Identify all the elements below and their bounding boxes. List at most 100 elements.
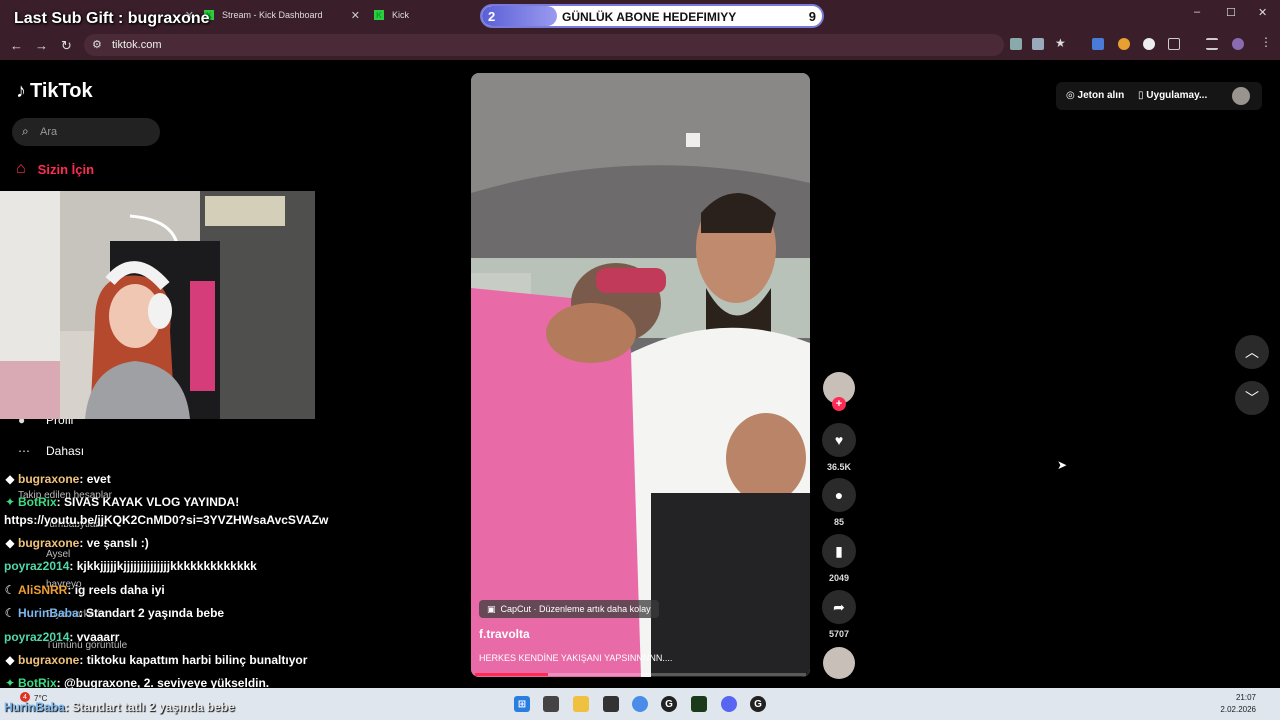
- reading-list-icon[interactable]: [1206, 38, 1218, 50]
- search-icon: ⌕: [22, 124, 29, 138]
- video-progress-bar[interactable]: [475, 673, 806, 676]
- logo-text: TikTok: [30, 80, 93, 102]
- diamond-badge-icon: ◆: [5, 653, 15, 667]
- chat-username: poyraz2014: [4, 559, 70, 573]
- previous-video-button[interactable]: ︿: [1235, 335, 1269, 369]
- search-placeholder: Ara: [40, 126, 58, 138]
- site-info-icon[interactable]: ⚙: [92, 38, 102, 51]
- chat-username: bugraxone: [18, 472, 80, 486]
- share-button[interactable]: ➦: [822, 590, 856, 624]
- screen: ✕ K Stream - Kick Dashboard ✕ K Kick – ☐…: [0, 0, 1280, 720]
- last-sub-gift-overlay: Last Sub Gift : bugraxone: [14, 10, 210, 27]
- heart-icon: ♥: [834, 432, 844, 448]
- reload-icon[interactable]: ↻: [61, 38, 72, 54]
- share-count: 5707: [828, 629, 850, 639]
- chat-username: bugraxone: [18, 536, 80, 550]
- app-g-icon[interactable]: G: [661, 696, 677, 712]
- system-clock[interactable]: 21:07 2.02.2026: [1220, 692, 1256, 716]
- chat-message: poyraz2014: vvaaarr: [4, 630, 120, 644]
- windows-start-icon[interactable]: ⊞: [514, 696, 530, 712]
- close-window-button[interactable]: ✕: [1258, 6, 1267, 19]
- sidebar-item-label: Dahası: [46, 444, 85, 458]
- tab-kick-dashboard[interactable]: K Stream - Kick Dashboard ✕: [204, 4, 360, 26]
- menu-kebab-icon[interactable]: ⋮: [1260, 35, 1272, 49]
- chat-username: bugraxone: [18, 653, 80, 667]
- tab-label: Stream - Kick Dashboard: [222, 10, 323, 20]
- chat-username: BotRix: [18, 495, 57, 509]
- get-app-button[interactable]: ▯ Uygulamay...: [1138, 90, 1207, 101]
- chat-text: evet: [86, 472, 111, 486]
- clock-time: 21:07: [1235, 693, 1256, 702]
- browser-toolbar: ← → ↻ ⚙ tiktok.com: [0, 30, 1280, 60]
- chat-text: Standart 2 yaşında bebe: [86, 606, 225, 620]
- kick-app-icon[interactable]: [691, 696, 707, 712]
- file-explorer-icon[interactable]: [573, 696, 589, 712]
- top-right-actions: ◎ Jeton alın ▯ Uygulamay...: [1056, 82, 1262, 110]
- mouse-cursor-icon: ➤: [1057, 458, 1068, 472]
- translate-icon[interactable]: [1010, 38, 1022, 50]
- tab-kick[interactable]: K Kick: [374, 4, 474, 26]
- next-video-button[interactable]: ﹀: [1235, 381, 1269, 415]
- sub-goal-bar: 2 GÜNLÜK ABONE HEDEFIMIYY 9: [480, 4, 824, 28]
- like-count: 36.5K: [826, 462, 852, 472]
- chevron-up-icon: ︿: [1245, 344, 1259, 360]
- cast-icon[interactable]: [1032, 38, 1044, 50]
- chat-text: https://youtu.be/jjKQK2CnMD0?si=3YVZHWsa…: [4, 513, 329, 527]
- music-disc-avatar[interactable]: [823, 647, 855, 679]
- chat-text: SIVAS KAYAK VLOG YAYINDA!: [64, 495, 240, 509]
- maximize-button[interactable]: ☐: [1226, 6, 1236, 19]
- address-bar[interactable]: ⚙ tiktok.com: [84, 34, 1004, 56]
- capcut-icon: ▣: [487, 603, 496, 614]
- video-player[interactable]: [471, 73, 810, 677]
- chat-text: ig reels daha iyi: [74, 583, 165, 597]
- tab-label: Kick: [392, 10, 410, 20]
- chevron-down-icon: ﹀: [1245, 390, 1259, 406]
- chat-text: ve şanslı :): [86, 536, 149, 550]
- chat-message: ☾ AliSNRR: ig reels daha iyi: [4, 583, 165, 597]
- get-coins-label: Jeton alın: [1077, 90, 1125, 101]
- extension-icon[interactable]: [1092, 38, 1104, 50]
- tiktok-logo[interactable]: ♪ TikTok: [16, 80, 93, 103]
- comment-icon: ●: [834, 487, 844, 503]
- snapchat-icon[interactable]: [1143, 38, 1155, 50]
- chat-username: HurinBaba: [18, 606, 79, 620]
- search-input[interactable]: ⌕ Ara: [12, 118, 160, 146]
- user-avatar[interactable]: [1232, 87, 1250, 105]
- sidebar-item-more[interactable]: ⋯ Dahası: [18, 444, 84, 458]
- share-arrow-icon: ➦: [833, 598, 845, 615]
- chat-message: https://youtu.be/jjKQK2CnMD0?si=3YVZHWsa…: [4, 513, 328, 527]
- get-app-label: Uygulamay...: [1146, 90, 1208, 101]
- tab-close-icon[interactable]: ✕: [351, 9, 360, 22]
- chat-text: kjkkjjjjjkjjjjjjjjjjjjjjkkkkkkkkkkkkk: [76, 559, 257, 573]
- obs-icon[interactable]: [603, 696, 619, 712]
- extension-icon[interactable]: [1118, 38, 1130, 50]
- chat-message: ☾ HurinBaba: Standart 2 yaşında bebe: [4, 606, 225, 620]
- webcam-overlay: [0, 191, 315, 419]
- bot-badge-icon: ✦: [4, 495, 16, 509]
- sidebar-item-for-you[interactable]: ⌂ Sizin İçin: [16, 160, 94, 178]
- task-view-icon[interactable]: [543, 696, 559, 712]
- save-button[interactable]: ▮: [822, 534, 856, 568]
- chrome-icon[interactable]: [632, 696, 648, 712]
- bookmark-star-icon[interactable]: ★: [1055, 36, 1067, 50]
- extensions-puzzle-icon[interactable]: [1168, 38, 1180, 50]
- comment-button[interactable]: ●: [822, 478, 856, 512]
- app-g-icon[interactable]: G: [750, 696, 766, 712]
- profile-avatar[interactable]: [1232, 38, 1244, 50]
- moon-badge-icon: ☾: [4, 583, 16, 597]
- back-icon[interactable]: ←: [10, 38, 23, 53]
- chat-username: HurinBaba: [4, 700, 65, 714]
- discord-icon[interactable]: [721, 696, 737, 712]
- capcut-text: CapCut · Düzenleme artık daha kolay: [500, 604, 651, 614]
- chat-message: HurinBaba: Standart tatlı 2 yaşında bebe: [4, 700, 235, 714]
- chat-username: poyraz2014: [4, 630, 70, 644]
- follow-plus-icon[interactable]: +: [832, 397, 846, 411]
- like-button[interactable]: ♥: [822, 423, 856, 457]
- sidebar-item-label: Sizin İçin: [37, 161, 95, 177]
- forward-icon[interactable]: →: [35, 38, 48, 53]
- video-author[interactable]: f.travolta: [479, 627, 530, 641]
- get-coins-button[interactable]: ◎ Jeton alın: [1066, 90, 1124, 101]
- webcam-image: [0, 191, 315, 419]
- capcut-label[interactable]: ▣ CapCut · Düzenleme artık daha kolay: [479, 600, 659, 618]
- minimize-button[interactable]: –: [1194, 6, 1200, 18]
